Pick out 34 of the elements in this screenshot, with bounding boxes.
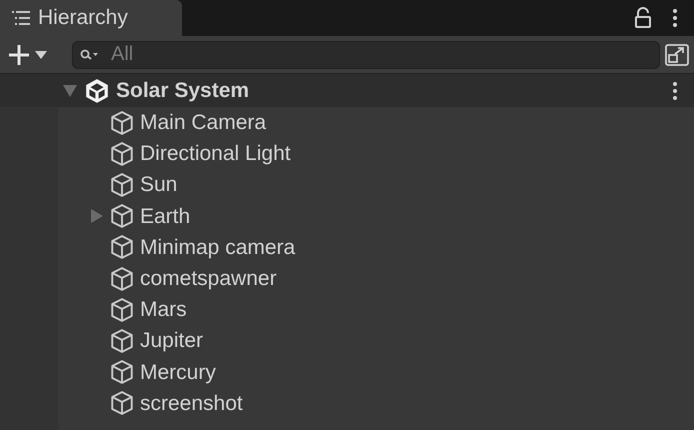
cube-icon: [109, 266, 135, 292]
cube-icon: [109, 172, 135, 198]
search-icon: [80, 48, 100, 60]
cube-icon: [109, 110, 135, 136]
search-field[interactable]: All: [72, 40, 660, 68]
hierarchy-item[interactable]: Minimap camera: [58, 232, 694, 263]
hierarchy-item[interactable]: Sun: [58, 169, 694, 201]
hierarchy-item[interactable]: cometspawner: [58, 262, 694, 294]
scene-name: Solar System: [116, 78, 250, 104]
hierarchy-tab[interactable]: Hierarchy: [0, 0, 182, 36]
cube-icon: [109, 296, 135, 323]
list-icon: [12, 10, 30, 26]
scene-menu-icon[interactable]: [672, 80, 678, 100]
caret-icon: [34, 50, 48, 60]
lock-icon[interactable]: [634, 7, 652, 29]
unity-logo-icon: [84, 78, 110, 104]
cube-icon: [109, 203, 135, 230]
cube-icon: [109, 234, 135, 260]
maximize-icon[interactable]: [664, 42, 690, 66]
cube-icon: [109, 359, 135, 386]
hierarchy-item[interactable]: Main Camera: [58, 107, 694, 138]
hierarchy-item[interactable]: Earth: [58, 200, 694, 232]
hierarchy-item[interactable]: Directional Light: [58, 138, 694, 170]
hierarchy-item[interactable]: screenshot: [58, 388, 694, 419]
hierarchy-item[interactable]: Mars: [58, 294, 694, 326]
cube-icon: [109, 390, 135, 416]
cube-icon: [109, 328, 135, 354]
expand-arrow-icon[interactable]: [62, 84, 78, 98]
cube-icon: [109, 140, 135, 167]
hierarchy-item[interactable]: Jupiter: [58, 325, 694, 356]
scene-row[interactable]: Solar System: [0, 74, 694, 107]
more-menu-icon[interactable]: [672, 8, 678, 28]
hierarchy-item[interactable]: Mercury: [58, 356, 694, 388]
plus-icon: [8, 44, 30, 66]
